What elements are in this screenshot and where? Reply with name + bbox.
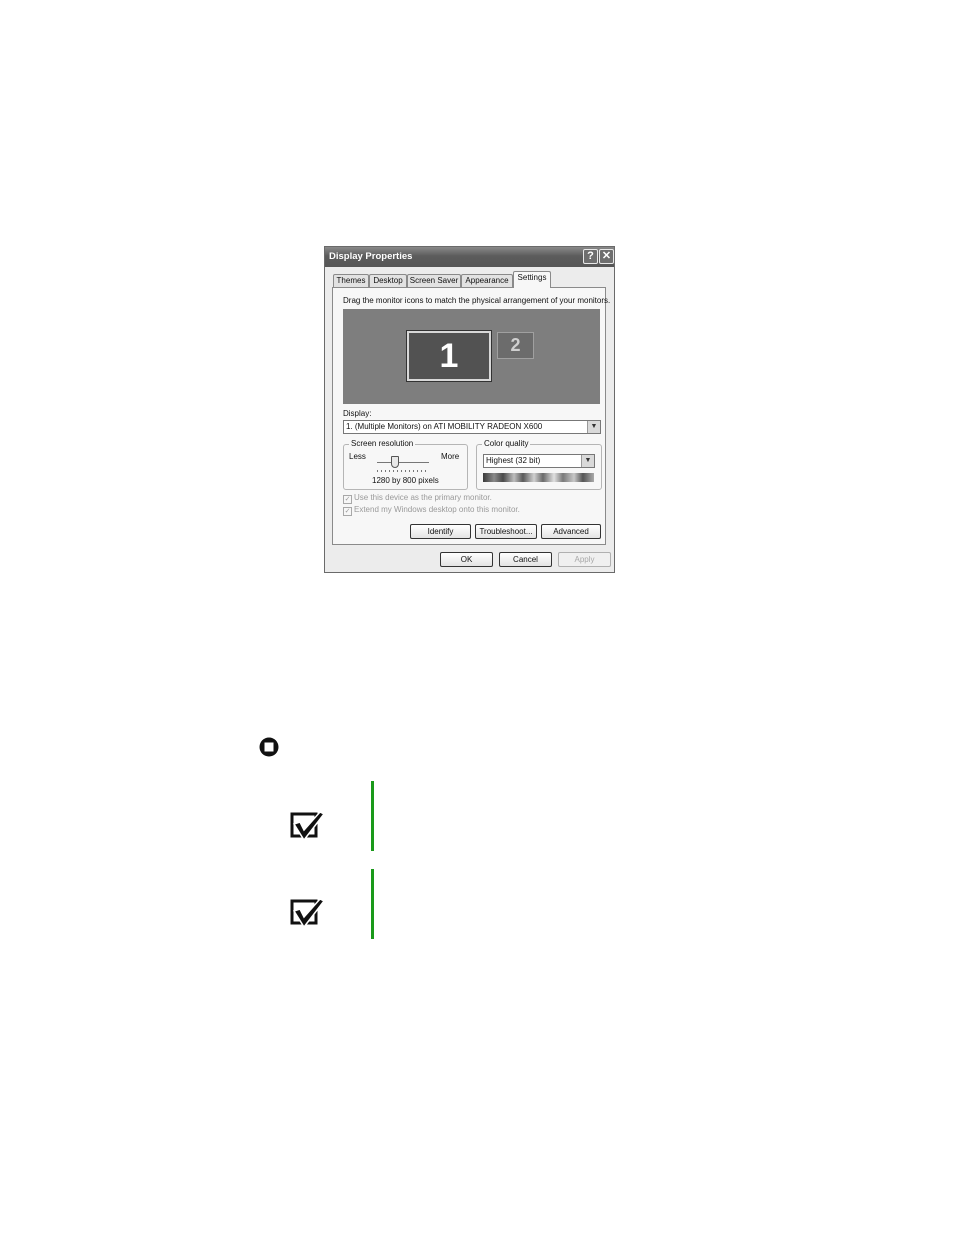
note-rule — [371, 781, 374, 851]
primary-monitor-label: Use this device as the primary monitor. — [354, 493, 492, 502]
note-rule — [371, 869, 374, 939]
resolution-slider-thumb[interactable] — [391, 456, 399, 468]
checkmark-note-icon — [290, 811, 326, 842]
checkbox-check-icon: ✓ — [343, 495, 352, 504]
close-button[interactable]: ✕ — [599, 249, 614, 264]
display-select[interactable]: 1. (Multiple Monitors) on ATI MOBILITY R… — [343, 420, 601, 434]
ok-button[interactable]: OK — [440, 552, 493, 567]
cancel-button[interactable]: Cancel — [499, 552, 552, 567]
checkbox-check-icon: ✓ — [343, 507, 352, 516]
chevron-down-icon[interactable]: ▼ — [581, 455, 594, 467]
tab-appearance[interactable]: Appearance — [461, 274, 513, 287]
resolution-less-label: Less — [349, 452, 366, 461]
screen-resolution-group: Screen resolution Less More 1280 by 800 … — [343, 439, 468, 490]
chevron-down-icon[interactable]: ▼ — [587, 421, 600, 433]
extend-desktop-checkbox[interactable]: ✓ Extend my Windows desktop onto this mon… — [343, 505, 520, 516]
monitor-arrangement-area[interactable]: 1 2 — [343, 309, 600, 404]
color-quality-select[interactable]: Highest (32 bit) ▼ — [483, 454, 595, 468]
tab-themes[interactable]: Themes — [333, 274, 369, 287]
title-bar[interactable]: Display Properties ? ✕ — [325, 247, 614, 267]
primary-monitor-checkbox[interactable]: ✓ Use this device as the primary monitor. — [343, 493, 492, 504]
color-quality-value: Highest (32 bit) — [486, 456, 541, 465]
resolution-more-label: More — [441, 452, 460, 461]
display-select-value: 1. (Multiple Monitors) on ATI MOBILITY R… — [346, 422, 543, 431]
extend-desktop-label: Extend my Windows desktop onto this moni… — [354, 505, 520, 514]
screen-resolution-label: Screen resolution — [349, 439, 416, 448]
resolution-value: 1280 by 800 pixels — [372, 476, 439, 485]
resolution-slider-ticks — [377, 470, 429, 472]
monitor-1-icon[interactable]: 1 — [406, 330, 492, 382]
arrange-instruction: Drag the monitor icons to match the phys… — [343, 296, 611, 305]
checkmark-note-icon — [290, 898, 326, 929]
color-quality-group: Color quality Highest (32 bit) ▼ — [476, 439, 602, 490]
settings-panel: Drag the monitor icons to match the phys… — [332, 287, 610, 545]
stop-icon — [259, 737, 279, 757]
identify-button[interactable]: Identify — [410, 524, 471, 539]
help-button[interactable]: ? — [583, 249, 598, 264]
advanced-button[interactable]: Advanced — [541, 524, 601, 539]
tab-desktop[interactable]: Desktop — [369, 274, 407, 287]
color-quality-preview — [483, 473, 594, 482]
apply-button[interactable]: Apply — [558, 552, 611, 567]
monitor-2-icon[interactable]: 2 — [497, 332, 534, 359]
tab-settings[interactable]: Settings — [513, 271, 551, 288]
resolution-slider-track[interactable] — [377, 462, 429, 463]
display-properties-dialog: Display Properties ? ✕ Themes Desktop Sc… — [324, 246, 615, 573]
tab-screen-saver[interactable]: Screen Saver — [407, 274, 461, 287]
color-quality-label: Color quality — [482, 439, 531, 448]
dialog-title: Display Properties — [329, 251, 413, 262]
display-label: Display: — [343, 409, 372, 418]
troubleshoot-button[interactable]: Troubleshoot... — [475, 524, 537, 539]
